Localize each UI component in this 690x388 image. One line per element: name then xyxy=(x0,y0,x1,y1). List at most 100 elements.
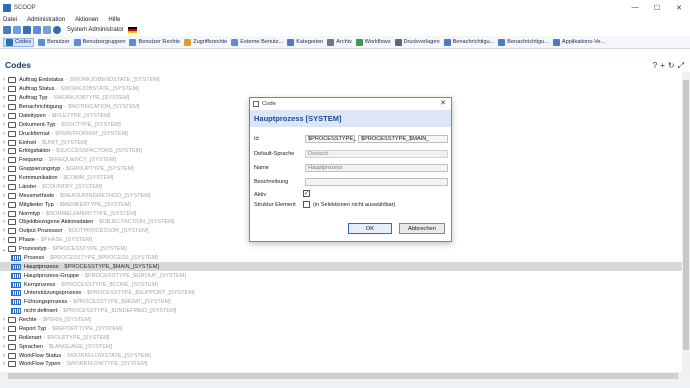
name-field[interactable]: Hauptprozess xyxy=(305,164,448,172)
expand-icon[interactable]: › xyxy=(0,148,8,154)
toolbar-item[interactable]: Workflows xyxy=(355,38,391,46)
tree-item-code: $UNIT_[SYSTEM] xyxy=(41,139,88,146)
separator: - xyxy=(47,112,50,119)
tree-row[interactable]: › Auftrag Endstatus - SWORKJOBENDSTATE_[SYS… xyxy=(0,76,682,85)
menu-administration[interactable]: Administration xyxy=(27,17,65,23)
expand-icon[interactable]: › xyxy=(0,175,8,181)
add-icon[interactable]: + xyxy=(660,61,665,71)
expand-icon[interactable]: › xyxy=(0,193,8,199)
folder-icon xyxy=(8,95,16,102)
separator: - xyxy=(48,246,51,253)
expand-icon[interactable]: › xyxy=(0,353,8,359)
tree-row[interactable]: Hauptprozess - $PROCESSTYPE_$MAIN_[SYSTEM] xyxy=(0,262,682,272)
codes-header: Codes ? + ↻ ⤢ xyxy=(0,58,690,72)
tree-row[interactable]: › Rollenart - $ROLETYPE_[SYSTEM] xyxy=(0,333,682,342)
tree-icon[interactable] xyxy=(13,26,21,34)
help-icon[interactable]: ? xyxy=(653,61,657,71)
tree-row[interactable]: › WorkFlow Typen - SWORKFLOWTYPE_[SYSTEM] xyxy=(0,360,682,369)
collapse-icon[interactable]: ⌄ xyxy=(0,246,8,253)
vertical-scrollbar[interactable] xyxy=(682,72,690,372)
cancel-button[interactable]: Abbrechen xyxy=(399,223,445,234)
refresh-icon[interactable]: ↻ xyxy=(668,61,675,71)
edit-icon[interactable] xyxy=(33,26,41,34)
horizontal-scrollbar[interactable] xyxy=(0,372,690,380)
toolbar-item[interactable]: Benutzergruppen xyxy=(73,38,125,46)
expand-icon[interactable]: › xyxy=(0,140,8,146)
tree-row[interactable]: Kernprozess - $PROCESSTYPE_$CORE_[SYSTEM] xyxy=(0,280,682,289)
toolbar-item[interactable]: Archiv xyxy=(327,38,352,46)
expand-icon[interactable]: ⤢ xyxy=(678,61,684,71)
tree-row[interactable]: › WorkFlow Status - SWORKFLOWSTATE_[SYSTEM] xyxy=(0,351,682,360)
tree-row[interactable]: › Rechte - $PERM_[SYSTEM] xyxy=(0,316,682,325)
expand-icon[interactable]: › xyxy=(0,113,8,119)
expand-icon[interactable]: › xyxy=(0,122,8,128)
folder-icon xyxy=(8,352,16,359)
description-field[interactable] xyxy=(305,178,448,186)
expand-icon[interactable]: › xyxy=(0,326,8,332)
toolbar-item-label: Benachrichtigu... xyxy=(452,39,495,45)
scroll-thumb[interactable] xyxy=(8,373,678,379)
expand-icon[interactable]: › xyxy=(0,77,8,83)
current-user: System Administrator xyxy=(67,27,124,33)
language-flag-icon[interactable] xyxy=(127,27,137,33)
expand-icon[interactable]: › xyxy=(0,202,8,208)
tree-row[interactable]: Unterstützungsprozess - $PROCESSTYPE_$SUPP… xyxy=(0,289,682,298)
tree-row[interactable]: › Report Typ - $REPORTTYPE_[SYSTEM] xyxy=(0,325,682,334)
toolbar-item[interactable]: Druckvorlagen xyxy=(394,38,440,46)
tree-row[interactable]: Hauptprozess-Gruppe - $PROCESSTYPE_$GROUP_… xyxy=(0,271,682,280)
maximize-button[interactable]: ☐ xyxy=(646,0,668,15)
id-field[interactable]: $PROCESSTYPE_$MAIN_ xyxy=(358,135,448,143)
toolbar-item-label: Codes xyxy=(15,39,32,45)
toolbar-item[interactable]: Benachrichtigu... xyxy=(498,38,549,46)
minimize-button[interactable]: — xyxy=(624,0,646,15)
scroll-thumb[interactable] xyxy=(683,80,689,350)
tree-row[interactable]: nicht definiert - $PROCESSTYPE_$UNDEFINED_… xyxy=(0,307,682,316)
toolbar-item[interactable]: Externe Benutz... xyxy=(231,38,283,46)
tree-row[interactable]: Führungsprozess - $PROCESSTYPE_$MGMT_[SYST… xyxy=(0,298,682,307)
toolbar-item[interactable]: Zugriffsrechte xyxy=(184,38,227,46)
help-icon[interactable] xyxy=(53,26,61,34)
expand-icon[interactable]: › xyxy=(0,157,8,163)
menu-hilfe[interactable]: Hilfe xyxy=(108,17,120,23)
toolbar-item[interactable]: Benutzer xyxy=(38,38,70,46)
list-icon[interactable] xyxy=(43,26,51,34)
expand-icon[interactable]: › xyxy=(0,166,8,172)
ok-button[interactable]: OK xyxy=(348,223,392,234)
tree-row[interactable]: Prozess - $PROCESSTYPE_$PROCESS_[SYSTEM] xyxy=(0,254,682,263)
menu-aktionen[interactable]: Aktionen xyxy=(75,17,98,23)
active-checkbox[interactable]: ✓ xyxy=(303,190,310,197)
menu-datei[interactable]: Datei xyxy=(3,17,17,23)
folder-icon xyxy=(8,157,16,164)
close-button[interactable]: ✕ xyxy=(668,0,690,15)
expand-icon[interactable]: › xyxy=(0,237,8,243)
expand-icon[interactable]: › xyxy=(0,211,8,217)
toolbar-item[interactable]: Kategorien xyxy=(287,38,323,46)
close-icon[interactable]: ✕ xyxy=(440,99,446,107)
toolbar-item[interactable]: Applikations-Ve... xyxy=(552,38,605,46)
expand-icon[interactable]: › xyxy=(0,317,8,323)
expand-icon[interactable]: › xyxy=(0,344,8,350)
tree-row[interactable]: ⌄ Prozesstyp - $PROCESSTYPE_[SYSTEM] xyxy=(0,245,682,254)
tree-item-name: Auftrag Typ xyxy=(19,95,48,102)
module-icon xyxy=(6,38,13,46)
structure-element-checkbox[interactable] xyxy=(303,201,310,208)
expand-icon[interactable]: › xyxy=(0,361,8,367)
expand-icon[interactable]: › xyxy=(0,95,8,101)
gear-icon[interactable] xyxy=(23,26,31,34)
home-icon[interactable] xyxy=(3,26,11,34)
tree-row[interactable]: › Auftrag Status - SWORKJOBSTATE_[SYSTEM] xyxy=(0,85,682,94)
id-prefix-field[interactable]: $PROCESSTYPE_ xyxy=(305,135,356,143)
expand-icon[interactable]: › xyxy=(0,335,8,341)
tree-item-name: Hauptprozess xyxy=(24,263,59,270)
expand-icon[interactable]: › xyxy=(0,219,8,225)
toolbar-item[interactable]: Codes xyxy=(3,37,35,47)
expand-icon[interactable]: › xyxy=(0,228,8,234)
expand-icon[interactable]: › xyxy=(0,131,8,137)
tree-item-code: $PROCESSTYPE_$PROCESS_[SYSTEM] xyxy=(50,254,158,261)
expand-icon[interactable]: › xyxy=(0,104,8,110)
toolbar-item[interactable]: Benachrichtigu... xyxy=(443,38,495,46)
tree-row[interactable]: › Sprachen - $LANGUAGE_[SYSTEM] xyxy=(0,342,682,351)
expand-icon[interactable]: › xyxy=(0,86,8,92)
toolbar-item[interactable]: Benutzer Rechte xyxy=(129,38,180,46)
expand-icon[interactable]: › xyxy=(0,184,8,190)
